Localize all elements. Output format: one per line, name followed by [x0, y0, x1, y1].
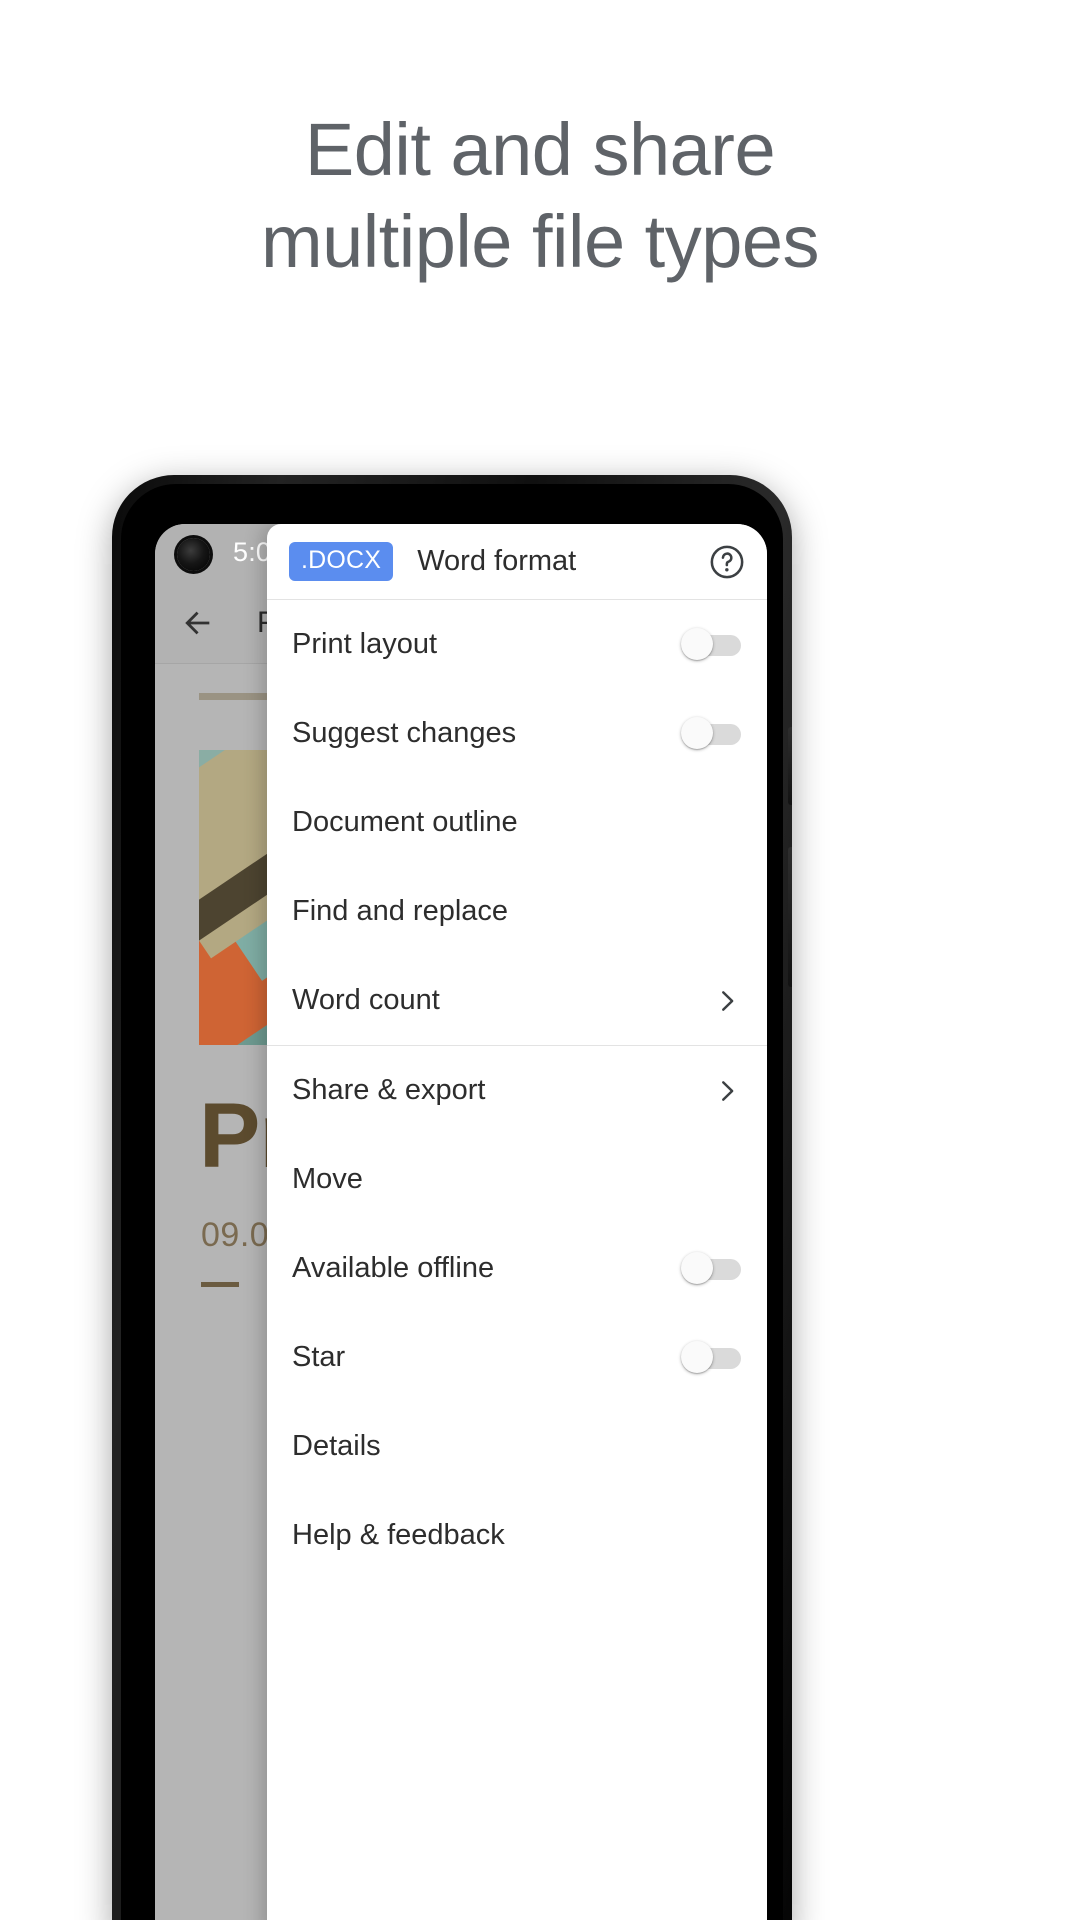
menu-item-find-and-replace[interactable]: Find and replace	[267, 867, 767, 956]
menu-item-label: Help & feedback	[292, 1519, 505, 1551]
front-camera-icon	[177, 538, 210, 571]
headline-line-1: Edit and share	[304, 108, 776, 191]
menu-item-label: Star	[292, 1341, 346, 1373]
print-layout-toggle[interactable]	[681, 627, 743, 660]
menu-item-suggest-changes[interactable]: Suggest changes	[267, 689, 767, 778]
back-arrow-icon[interactable]	[181, 606, 215, 640]
menu-item-label: Details	[292, 1430, 381, 1462]
menu-item-label: Suggest changes	[292, 717, 517, 749]
available-offline-toggle[interactable]	[681, 1251, 743, 1284]
menu-item-label: Find and replace	[292, 895, 509, 927]
menu-group-secondary: Share & export Move Available offline St…	[267, 1045, 767, 1580]
menu-item-label: Available offline	[292, 1252, 495, 1284]
menu-item-share-and-export[interactable]: Share & export	[267, 1046, 767, 1135]
menu-item-label: Word count	[292, 984, 440, 1016]
phone-bezel: 5:04 .DOCX Word format Print layout Sugg…	[121, 484, 783, 1920]
menu-item-details[interactable]: Details	[267, 1402, 767, 1491]
menu-item-label: Share & export	[292, 1074, 486, 1106]
menu-item-word-count[interactable]: Word count	[267, 956, 767, 1045]
menu-item-label: Document outline	[292, 806, 518, 838]
menu-item-star[interactable]: Star	[267, 1313, 767, 1402]
menu-header: .DOCX Word format	[267, 524, 767, 600]
menu-item-move[interactable]: Move	[267, 1135, 767, 1224]
menu-group-primary: Print layout Suggest changes Document ou…	[267, 600, 767, 1045]
chevron-right-icon	[722, 990, 734, 1011]
phone-mockup: 5:04 .DOCX Word format Print layout Sugg…	[112, 475, 792, 1920]
phone-power-button	[788, 727, 792, 805]
menu-item-help-and-feedback[interactable]: Help & feedback	[267, 1491, 767, 1580]
phone-volume-button	[788, 847, 792, 987]
star-toggle[interactable]	[681, 1340, 743, 1373]
word-format-label: Word format	[417, 545, 577, 577]
menu-item-label: Print layout	[292, 628, 438, 660]
menu-item-document-outline[interactable]: Document outline	[267, 778, 767, 867]
headline-line-2: multiple file types	[260, 200, 820, 283]
phone-screen: 5:04 .DOCX Word format Print layout Sugg…	[155, 524, 767, 1920]
menu-item-print-layout[interactable]: Print layout	[267, 600, 767, 689]
document-body-divider	[201, 1282, 239, 1287]
suggest-changes-toggle[interactable]	[681, 716, 743, 749]
page-title: Edit and share multiple file types	[0, 104, 1080, 288]
menu-item-label: Move	[292, 1163, 363, 1195]
chevron-right-icon	[722, 1080, 734, 1101]
help-circle-icon[interactable]	[709, 544, 745, 580]
options-menu: .DOCX Word format Print layout Suggest c…	[267, 524, 767, 1920]
docx-format-badge: .DOCX	[289, 542, 394, 581]
promo-screenshot: Edit and share multiple file types 5:04	[0, 0, 1080, 1920]
menu-item-available-offline[interactable]: Available offline	[267, 1224, 767, 1313]
